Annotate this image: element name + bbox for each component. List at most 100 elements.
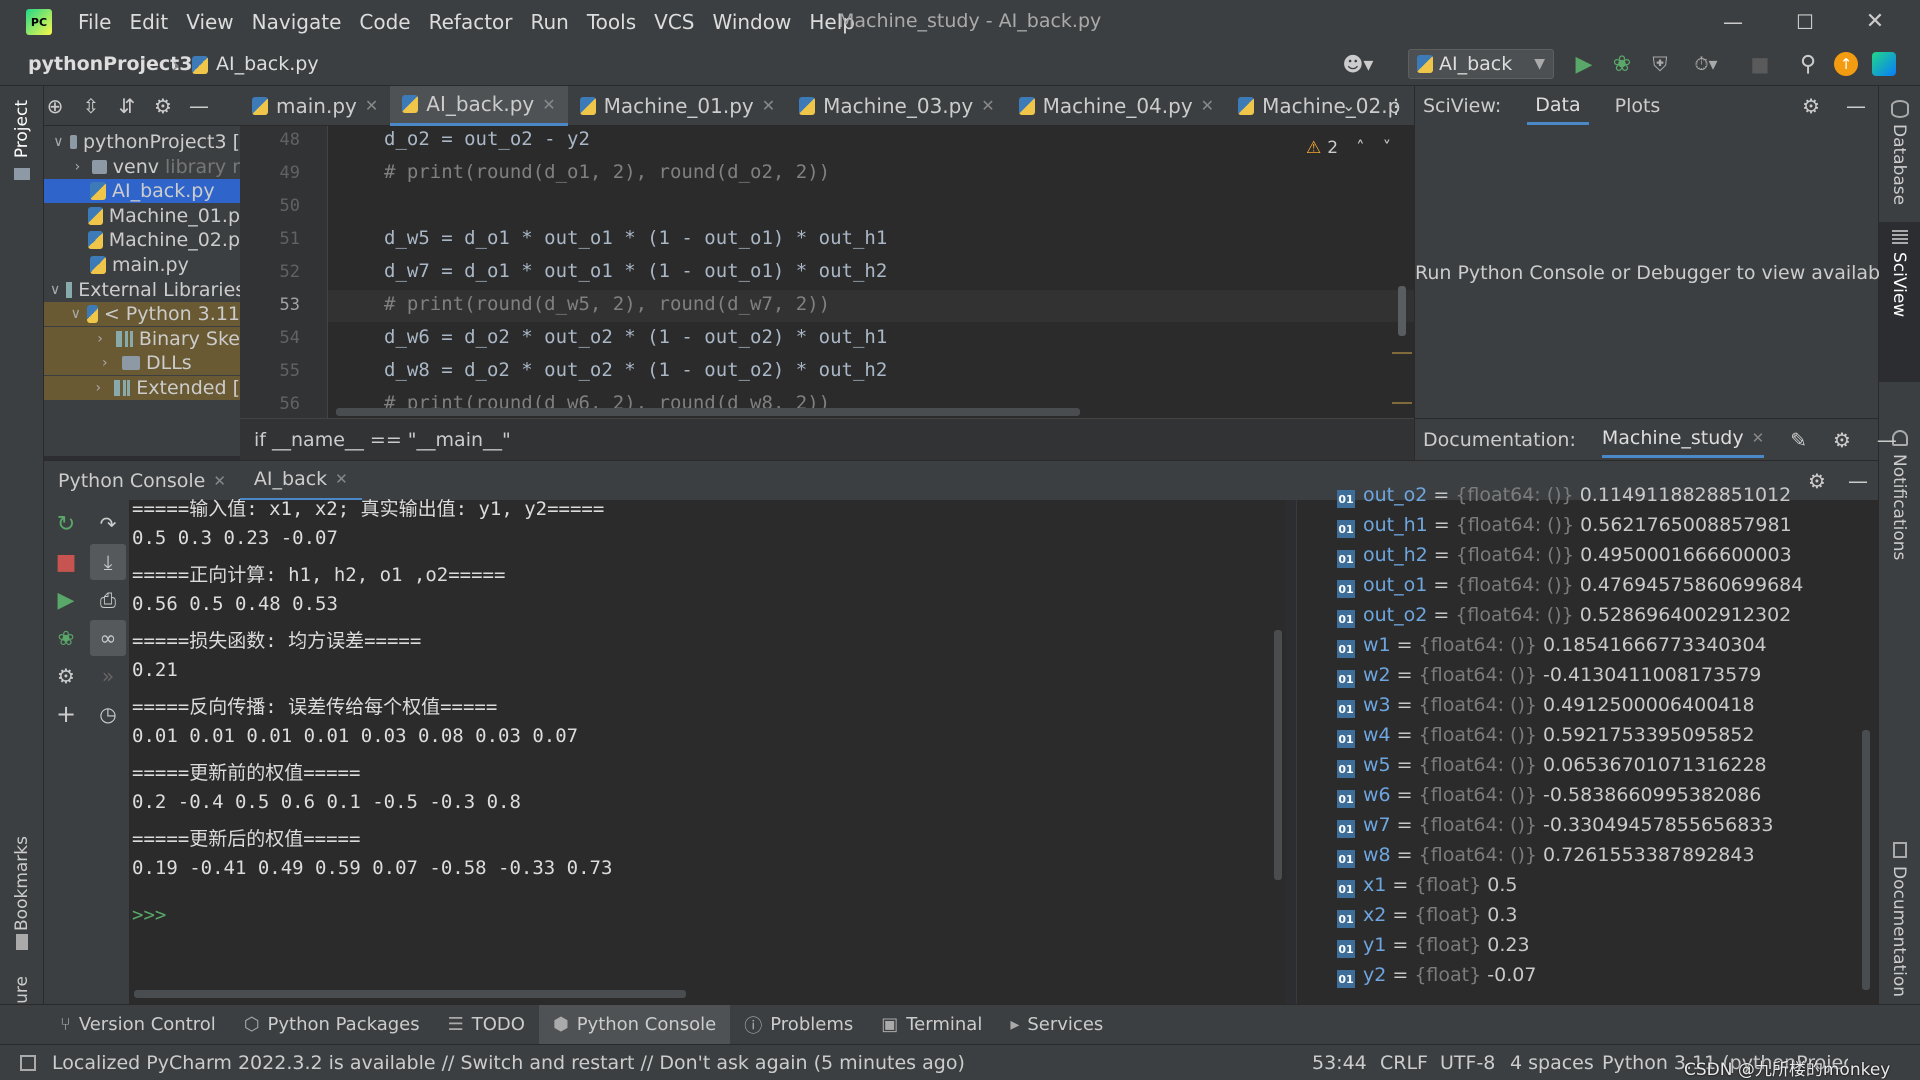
notifications-tool-button[interactable]: Notifications bbox=[1889, 454, 1909, 560]
variable-row[interactable]: w1 = {float64: ()} 0.18541666773340304 bbox=[1363, 634, 1767, 656]
chevron-down-icon[interactable]: ˅ bbox=[1383, 138, 1392, 158]
soft-wrap-icon[interactable]: ↷ bbox=[96, 512, 120, 536]
editor-tab[interactable]: Machine_03.py ✕ bbox=[787, 86, 1006, 126]
file-encoding[interactable]: UTF-8 bbox=[1440, 1052, 1495, 1074]
documentation-tool-button[interactable]: Documentation bbox=[1889, 866, 1909, 997]
gear-icon[interactable]: ⚙ bbox=[1833, 428, 1851, 452]
project-tree-item[interactable]: › venv library r bbox=[44, 155, 240, 179]
coverage-icon[interactable]: ⛨ bbox=[1646, 50, 1674, 78]
editor-tab[interactable]: main.py ✕ bbox=[240, 86, 390, 126]
console-hscrollbar[interactable] bbox=[134, 990, 686, 998]
profile-icon[interactable]: ⏱▾ bbox=[1684, 50, 1728, 78]
tool-python-packages[interactable]: ⬡ Python Packages bbox=[230, 1005, 434, 1045]
sciview-tool-button[interactable]: SciView bbox=[1889, 252, 1909, 317]
console-output[interactable]: =====输入值: x1, x2; 真实输出值: y1, y2===== 0.5 … bbox=[130, 498, 1286, 1004]
menu-edit[interactable]: Edit bbox=[129, 10, 168, 34]
forward-icon[interactable]: » bbox=[96, 664, 120, 688]
print-icon[interactable]: ⎙ bbox=[96, 588, 120, 612]
rerun-icon[interactable]: ↻ bbox=[54, 512, 78, 537]
minimize-icon[interactable]: — bbox=[1718, 8, 1748, 36]
edit-icon[interactable]: ✎ bbox=[1790, 428, 1807, 452]
run-config-selector[interactable]: AI_back ▼ bbox=[1408, 49, 1554, 79]
documentation-tab[interactable]: Machine_study ✕ bbox=[1601, 421, 1765, 458]
chevron-down-icon[interactable]: ⌄ bbox=[1342, 96, 1355, 115]
caret-position[interactable]: 53:44 bbox=[1312, 1052, 1367, 1074]
expand-all-icon[interactable]: ⇳ bbox=[80, 94, 102, 118]
editor-tab[interactable]: Machine_02.p bbox=[1226, 86, 1412, 126]
hide-icon[interactable]: — bbox=[1848, 469, 1868, 493]
chevron-down-icon[interactable]: ∨ bbox=[71, 306, 81, 322]
maximize-icon[interactable]: ☐ bbox=[1790, 8, 1820, 36]
bookmarks-tool-button[interactable]: Bookmarks bbox=[12, 836, 32, 931]
menu-vcs[interactable]: VCS bbox=[654, 10, 694, 34]
stop-icon[interactable]: ■ bbox=[1746, 50, 1774, 78]
menu-refactor[interactable]: Refactor bbox=[429, 10, 513, 34]
collapse-all-icon[interactable]: ⇵ bbox=[116, 94, 138, 118]
variable-row[interactable]: w2 = {float64: ()} -0.4130411008173579 bbox=[1363, 664, 1761, 686]
inspection-widget[interactable]: ⚠ 2 ˄ ˅ bbox=[1306, 138, 1391, 158]
status-message[interactable]: Localized PyCharm 2022.3.2 is available … bbox=[52, 1052, 965, 1074]
close-icon[interactable]: ✕ bbox=[365, 96, 378, 115]
breadcrumb-file[interactable]: AI_back.py bbox=[216, 53, 319, 75]
project-tree-item[interactable]: main.py bbox=[44, 253, 240, 277]
tool-version-control[interactable]: ⑂ Version Control bbox=[46, 1005, 230, 1045]
run-icon[interactable]: ▶ bbox=[1570, 50, 1598, 78]
variable-row[interactable]: w5 = {float64: ()} 0.06536701071316228 bbox=[1363, 754, 1767, 776]
variable-row[interactable]: y2 = {float} -0.07 bbox=[1363, 964, 1536, 986]
gear-icon[interactable]: ⚙ bbox=[1802, 94, 1820, 118]
execute-icon[interactable]: ▶ bbox=[54, 588, 78, 613]
project-tree-item[interactable]: › Extended [ bbox=[44, 376, 240, 400]
tab-data[interactable]: Data bbox=[1527, 88, 1589, 125]
variable-row[interactable]: out_o1 = {float64: ()} 0.476945758606996… bbox=[1363, 574, 1803, 596]
tool-problems[interactable]: ⓘ Problems bbox=[730, 1005, 867, 1045]
project-tree-item[interactable]: ∨ < Python 3.11 bbox=[44, 302, 240, 327]
breadcrumb-project[interactable]: pythonProject3 bbox=[28, 53, 193, 75]
editor-tab[interactable]: Machine_01.py ✕ bbox=[568, 86, 787, 126]
close-icon[interactable]: ✕ bbox=[542, 95, 555, 114]
tool-terminal[interactable]: ▣ Terminal bbox=[867, 1005, 996, 1045]
tool-todo[interactable]: ☰ TODO bbox=[434, 1005, 539, 1045]
more-icon[interactable]: ⋮ bbox=[1386, 94, 1406, 118]
gear-icon[interactable]: ⚙ bbox=[152, 94, 174, 118]
chevron-up-icon[interactable]: ˄ bbox=[1356, 138, 1365, 158]
locate-icon[interactable]: ⊕ bbox=[44, 94, 66, 118]
menu-file[interactable]: File bbox=[78, 10, 111, 34]
code-editor[interactable] bbox=[240, 126, 1414, 418]
variable-row[interactable]: y1 = {float} 0.23 bbox=[1363, 934, 1530, 956]
project-tree-item[interactable]: Machine_02.p bbox=[44, 228, 240, 252]
horizontal-scrollbar[interactable] bbox=[336, 408, 1080, 416]
hide-icon[interactable]: — bbox=[188, 94, 210, 118]
close-icon[interactable]: ✕ bbox=[1752, 429, 1765, 447]
line-separator[interactable]: CRLF bbox=[1380, 1052, 1428, 1074]
project-tree-item[interactable]: Machine_01.p bbox=[44, 204, 240, 228]
editor-tab[interactable]: Machine_04.py ✕ bbox=[1007, 86, 1226, 126]
variable-row[interactable]: out_h1 = {float64: ()} 0.562176500885798… bbox=[1363, 514, 1792, 536]
tool-services[interactable]: ▸ Services bbox=[996, 1005, 1117, 1045]
tab-plots[interactable]: Plots bbox=[1615, 95, 1661, 117]
close-icon[interactable]: ✕ bbox=[1860, 6, 1890, 36]
editor-scrollbar[interactable] bbox=[1398, 286, 1406, 336]
project-tree-item[interactable]: › Binary Ske bbox=[44, 326, 240, 351]
variable-row[interactable]: w8 = {float64: ()} 0.7261553387892843 bbox=[1363, 844, 1755, 866]
variable-row[interactable]: out_o2 = {float64: ()} 0.528696400291230… bbox=[1363, 604, 1791, 626]
menu-run[interactable]: Run bbox=[531, 10, 569, 34]
close-icon[interactable]: ✕ bbox=[981, 96, 994, 115]
project-tree-item[interactable]: ∨ pythonProject3 [ bbox=[44, 130, 240, 154]
gear-icon[interactable]: ⚙ bbox=[1808, 469, 1826, 493]
menu-tools[interactable]: Tools bbox=[587, 10, 636, 34]
chevron-right-icon[interactable]: › bbox=[75, 159, 86, 175]
project-tool-button[interactable]: Project bbox=[12, 100, 32, 158]
show-variables-icon[interactable]: ∞ bbox=[96, 626, 120, 650]
chevron-right-icon[interactable]: › bbox=[102, 355, 116, 371]
debug-icon[interactable]: ❀ bbox=[54, 626, 78, 650]
database-tool-button[interactable]: Database bbox=[1889, 124, 1909, 205]
variable-row[interactable]: w3 = {float64: ()} 0.4912500006400418 bbox=[1363, 694, 1755, 716]
code-breadcrumb[interactable]: if __name__ == "__main__" bbox=[254, 429, 511, 451]
stop-icon[interactable]: ■ bbox=[54, 550, 78, 575]
variable-row[interactable]: out_h2 = {float64: ()} 0.495000166660000… bbox=[1363, 544, 1792, 566]
variables-scrollbar[interactable] bbox=[1862, 730, 1870, 990]
menu-navigate[interactable]: Navigate bbox=[252, 10, 342, 34]
variable-row[interactable]: w7 = {float64: ()} -0.33049457855656833 bbox=[1363, 814, 1774, 836]
console-prompt[interactable]: >>> bbox=[132, 904, 166, 926]
history-icon[interactable]: ◷ bbox=[96, 702, 120, 726]
